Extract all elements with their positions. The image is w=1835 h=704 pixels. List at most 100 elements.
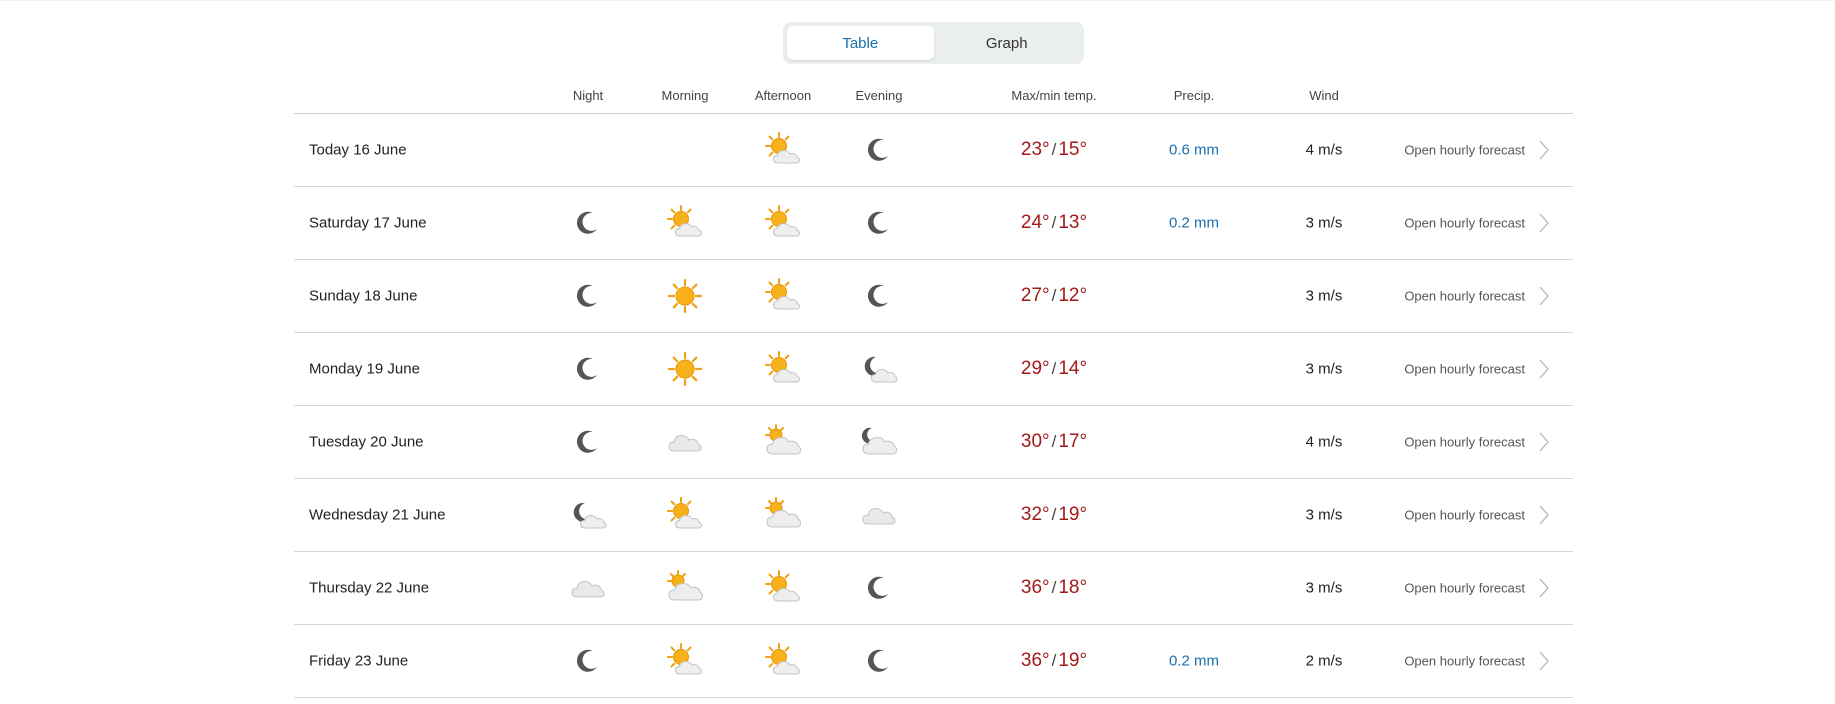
open-hourly-forecast-link[interactable]: Open hourly forecast: [1404, 362, 1525, 377]
day-label: Wednesday 21 June: [309, 506, 446, 524]
moon-icon: [568, 641, 608, 681]
open-hourly-forecast-link[interactable]: Open hourly forecast: [1404, 289, 1525, 304]
cloud-icon: [568, 568, 608, 608]
wind-speed: 4 m/s: [1305, 433, 1343, 451]
wind-speed: 3 m/s: [1305, 287, 1343, 305]
min-temp: 18°: [1058, 577, 1088, 598]
min-temp: 12°: [1058, 285, 1088, 306]
forecast-row[interactable]: Monday 19 June 29°/14° 3 m/s Open hourly fo…: [294, 333, 1573, 406]
moon-icon: [859, 130, 899, 170]
cloudy-moon-icon: [859, 422, 899, 462]
day-label: Saturday 17 June: [309, 214, 427, 232]
day-label: Sunday 18 June: [309, 287, 418, 305]
chevron-right-icon[interactable]: [1537, 358, 1551, 380]
cloud-icon: [665, 422, 705, 462]
column-wind: Wind: [1309, 88, 1339, 103]
top-divider: [0, 0, 1835, 1]
min-temp: 13°: [1058, 212, 1088, 233]
partly-cloudy-sun-icon: [763, 276, 803, 316]
day-label: Monday 19 June: [309, 360, 420, 378]
max-temp: 29°: [1020, 358, 1050, 379]
moon-icon: [568, 349, 608, 389]
max-temp: 32°: [1020, 504, 1050, 525]
precipitation: 0.6 mm: [1168, 141, 1220, 159]
partly-cloudy-sun-icon: [665, 641, 705, 681]
min-temp: 19°: [1058, 650, 1088, 671]
chevron-right-icon[interactable]: [1537, 504, 1551, 526]
partly-cloudy-sun-icon: [665, 495, 705, 535]
partly-cloudy-sun-icon: [763, 568, 803, 608]
chevron-right-icon[interactable]: [1537, 139, 1551, 161]
temperature: 27°/12°: [1020, 285, 1088, 306]
view-toggle: Table Graph: [783, 22, 1084, 64]
precipitation: 0.2 mm: [1168, 652, 1220, 670]
open-hourly-forecast-link[interactable]: Open hourly forecast: [1404, 435, 1525, 450]
moon-icon: [859, 641, 899, 681]
forecast-row[interactable]: Friday 23 June 36°/19° 0.2 mm 2 m/s Open hou…: [294, 625, 1573, 698]
partly-cloudy-moon-icon: [568, 495, 608, 535]
open-hourly-forecast-link[interactable]: Open hourly forecast: [1404, 216, 1525, 231]
cloudy-sun-icon: [763, 495, 803, 535]
max-temp: 36°: [1020, 650, 1050, 671]
forecast-row[interactable]: Wednesday 21 June 32°/19° 3 m/s Open hourly…: [294, 479, 1573, 552]
precipitation: 0.2 mm: [1168, 214, 1220, 232]
open-hourly-forecast-link[interactable]: Open hourly forecast: [1404, 143, 1525, 158]
day-label: Friday 23 June: [309, 652, 409, 670]
max-temp: 27°: [1020, 285, 1050, 306]
chevron-right-icon[interactable]: [1537, 212, 1551, 234]
cloudy-sun-icon: [665, 568, 705, 608]
cloud-icon: [859, 495, 899, 535]
max-temp: 30°: [1020, 431, 1050, 452]
day-label: Thursday 22 June: [309, 579, 430, 597]
column-morning: Morning: [661, 88, 709, 103]
day-label: Today 16 June: [309, 141, 407, 159]
partly-cloudy-sun-icon: [763, 641, 803, 681]
forecast-row[interactable]: Saturday 17 June 24°/13° 0.2 mm 3 m/s Open h…: [294, 187, 1573, 260]
temperature: 24°/13°: [1020, 212, 1088, 233]
chevron-right-icon[interactable]: [1537, 650, 1551, 672]
moon-icon: [568, 276, 608, 316]
column-precipitation: Precip.: [1173, 88, 1215, 103]
moon-icon: [859, 276, 899, 316]
cloudy-sun-icon: [763, 422, 803, 462]
moon-icon: [568, 203, 608, 243]
chevron-right-icon[interactable]: [1537, 577, 1551, 599]
partly-cloudy-sun-icon: [763, 130, 803, 170]
wind-speed: 3 m/s: [1305, 214, 1343, 232]
forecast-rows: Today 16 June 23°/15° 0.6 mm 4 m/s Open hour…: [294, 114, 1573, 698]
column-temperature: Max/min temp.: [1011, 88, 1097, 103]
partly-cloudy-sun-icon: [763, 203, 803, 243]
open-hourly-forecast-link[interactable]: Open hourly forecast: [1404, 654, 1525, 669]
wind-speed: 2 m/s: [1305, 652, 1343, 670]
min-temp: 19°: [1058, 504, 1088, 525]
column-night: Night: [572, 88, 604, 103]
temperature: 36°/19°: [1020, 650, 1088, 671]
forecast-row[interactable]: Thursday 22 June 36°/18° 3 m/s Open hourly …: [294, 552, 1573, 625]
chevron-right-icon[interactable]: [1537, 285, 1551, 307]
forecast-row[interactable]: Tuesday 20 June 30°/17° 4 m/s Open hourly f…: [294, 406, 1573, 479]
min-temp: 14°: [1058, 358, 1088, 379]
moon-icon: [859, 568, 899, 608]
forecast-table: Night Morning Afternoon Evening Max/min …: [294, 78, 1573, 698]
open-hourly-forecast-link[interactable]: Open hourly forecast: [1404, 581, 1525, 596]
partly-cloudy-sun-icon: [763, 349, 803, 389]
open-hourly-forecast-link[interactable]: Open hourly forecast: [1404, 508, 1525, 523]
forecast-row[interactable]: Today 16 June 23°/15° 0.6 mm 4 m/s Open hour…: [294, 114, 1573, 187]
temperature: 29°/14°: [1020, 358, 1088, 379]
graph-view-button[interactable]: Graph: [934, 26, 1081, 60]
temperature: 32°/19°: [1020, 504, 1088, 525]
sun-icon: [665, 349, 705, 389]
max-temp: 36°: [1020, 577, 1050, 598]
column-afternoon: Afternoon: [754, 88, 812, 103]
moon-icon: [859, 203, 899, 243]
temperature: 36°/18°: [1020, 577, 1088, 598]
table-view-button[interactable]: Table: [787, 26, 934, 60]
table-header: Night Morning Afternoon Evening Max/min …: [294, 78, 1573, 114]
min-temp: 17°: [1058, 431, 1088, 452]
chevron-right-icon[interactable]: [1537, 431, 1551, 453]
forecast-row[interactable]: Sunday 18 June 27°/12° 3 m/s Open hourly fo…: [294, 260, 1573, 333]
max-temp: 24°: [1020, 212, 1050, 233]
partly-cloudy-moon-icon: [859, 349, 899, 389]
partly-cloudy-sun-icon: [665, 203, 705, 243]
temperature: 23°/15°: [1020, 139, 1088, 160]
